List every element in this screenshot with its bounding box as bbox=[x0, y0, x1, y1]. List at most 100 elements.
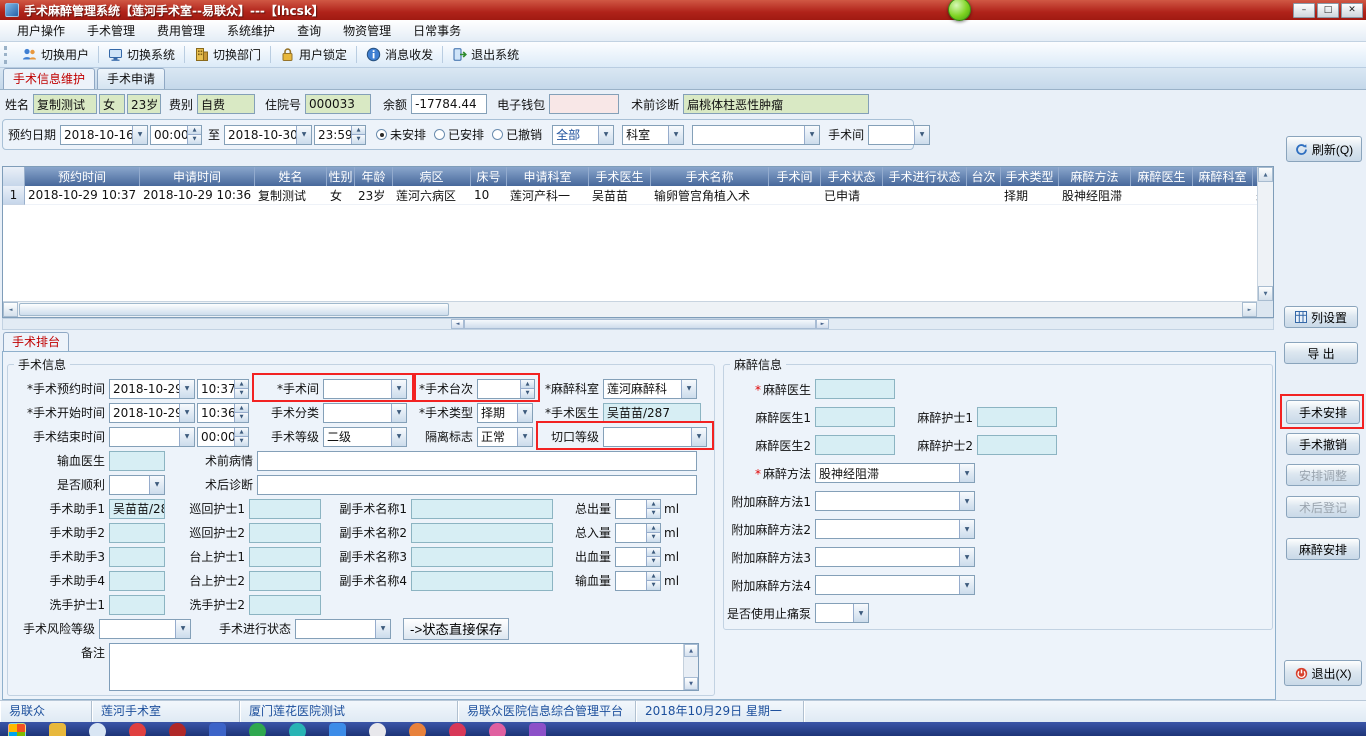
chevron-down-icon[interactable]: ▼ bbox=[853, 604, 868, 622]
toolbar-switch-user[interactable]: 切换用户 bbox=[15, 44, 96, 66]
filter-from-time-spinner[interactable]: 00:00 ▲ ▼ bbox=[150, 124, 203, 145]
surgeon-field[interactable]: 吴苗苗/287 bbox=[603, 402, 701, 423]
taskbar-app-icon[interactable] bbox=[289, 723, 306, 736]
scrub-nurse1-field[interactable] bbox=[109, 594, 165, 615]
toolbar-switch-system[interactable]: 切换系统 bbox=[101, 44, 182, 66]
chevron-down-icon[interactable]: ▼ bbox=[132, 125, 148, 144]
chevron-down-icon[interactable]: ▼ bbox=[598, 125, 614, 144]
scroll-up-icon[interactable]: ▲ bbox=[1258, 167, 1273, 182]
scroll-down-icon[interactable]: ▼ bbox=[1258, 286, 1273, 301]
total-output-spinner[interactable]: ▲ ▼ bbox=[615, 498, 661, 519]
column-header[interactable]: 申请时间 bbox=[140, 167, 255, 186]
column-header[interactable]: 申请科室 bbox=[507, 167, 589, 186]
surgery-end-time-spinner[interactable]: 00:00 ▲ ▼ bbox=[197, 426, 249, 447]
menu-surgery-mgmt[interactable]: 手术管理 bbox=[76, 20, 146, 42]
tab-surgery-apply[interactable]: 手术申请 bbox=[97, 68, 166, 89]
filter-to-date-select[interactable]: 2018-10-30 ▼ bbox=[224, 124, 313, 145]
chevron-down-icon[interactable]: ▼ bbox=[179, 403, 194, 422]
chevron-down-icon[interactable]: ▼ bbox=[691, 427, 706, 446]
sub-surgery1-field[interactable] bbox=[411, 498, 553, 519]
column-header[interactable]: 手术间 bbox=[769, 167, 821, 186]
chevron-down-icon[interactable]: ▼ bbox=[391, 427, 406, 446]
surgery-arrange-button[interactable]: 手术安排 bbox=[1286, 400, 1360, 424]
spin-up-icon[interactable]: ▲ bbox=[646, 571, 660, 580]
postop-diagnosis-field[interactable] bbox=[257, 474, 697, 495]
anesthesia-arrange-button[interactable]: 麻醉安排 bbox=[1286, 538, 1360, 560]
column-header[interactable]: 手术名称 bbox=[651, 167, 769, 186]
sub-surgery3-field[interactable] bbox=[411, 546, 553, 567]
chevron-down-icon[interactable]: ▼ bbox=[296, 125, 312, 144]
menu-user-ops[interactable]: 用户操作 bbox=[6, 20, 76, 42]
isolation-flag-select[interactable]: 正常 ▼ bbox=[477, 426, 533, 447]
scroll-left-icon[interactable]: ◄ bbox=[451, 319, 464, 329]
column-header[interactable]: 手术类型 bbox=[1001, 167, 1059, 186]
chevron-down-icon[interactable]: ▼ bbox=[179, 427, 194, 446]
scroll-up-icon[interactable]: ▲ bbox=[684, 644, 698, 657]
menu-system-maint[interactable]: 系统维护 bbox=[216, 20, 286, 42]
chevron-down-icon[interactable]: ▼ bbox=[804, 125, 820, 144]
radio-arranged[interactable]: 已安排 bbox=[434, 126, 484, 143]
chevron-down-icon[interactable]: ▼ bbox=[375, 619, 390, 638]
textarea-scrollbar[interactable]: ▲ ▼ bbox=[683, 644, 698, 690]
taskbar-app-icon[interactable] bbox=[169, 723, 186, 736]
spin-down-icon[interactable]: ▼ bbox=[520, 388, 534, 398]
blood-doctor-field[interactable] bbox=[109, 450, 165, 471]
taskbar-app-icon[interactable] bbox=[329, 723, 346, 736]
taskbar-app-icon[interactable] bbox=[49, 723, 66, 736]
spin-down-icon[interactable]: ▼ bbox=[351, 134, 366, 144]
scroll-right-icon[interactable]: ► bbox=[816, 319, 829, 329]
menu-daily-affairs[interactable]: 日常事务 bbox=[402, 20, 472, 42]
tab-surgery-info-maintain[interactable]: 手术信息维护 bbox=[3, 68, 96, 89]
toolbar-exit-system[interactable]: 退出系统 bbox=[445, 44, 526, 66]
tab-surgery-scheduling[interactable]: 手术排台 bbox=[3, 332, 70, 352]
column-header[interactable]: 麻醉方法 bbox=[1059, 167, 1131, 186]
is-smooth-select[interactable]: ▼ bbox=[109, 474, 165, 495]
filter-scope-select[interactable]: 全部 ▼ bbox=[552, 124, 615, 145]
extra-anesthesia-method4-select[interactable]: ▼ bbox=[815, 575, 975, 595]
spin-down-icon[interactable]: ▼ bbox=[646, 508, 660, 518]
radio-unarranged[interactable]: 未安排 bbox=[376, 126, 426, 143]
sub-surgery4-field[interactable] bbox=[411, 570, 553, 591]
spin-down-icon[interactable]: ▼ bbox=[646, 580, 660, 590]
chevron-down-icon[interactable]: ▼ bbox=[959, 548, 974, 566]
exit-button[interactable]: 退出(X) bbox=[1284, 660, 1362, 686]
tour-nurse1-field[interactable] bbox=[249, 498, 321, 519]
column-settings-button[interactable]: 列设置 bbox=[1284, 306, 1358, 328]
menu-query[interactable]: 查询 bbox=[286, 20, 332, 42]
table-horizontal-scrollbar[interactable]: ◄ ► bbox=[3, 301, 1257, 317]
spin-down-icon[interactable]: ▼ bbox=[234, 412, 248, 422]
filter-from-date-select[interactable]: 2018-10-16 ▼ bbox=[60, 124, 149, 145]
total-input-spinner[interactable]: ▲ ▼ bbox=[615, 522, 661, 543]
preop-condition-field[interactable] bbox=[257, 450, 697, 471]
maximize-button[interactable]: □ bbox=[1317, 2, 1339, 18]
extra-anesthesia-method2-select[interactable]: ▼ bbox=[815, 519, 975, 539]
taskbar-app-icon[interactable] bbox=[129, 723, 146, 736]
scroll-left-icon[interactable]: ◄ bbox=[3, 302, 18, 317]
toolbar-switch-department[interactable]: 切换部门 bbox=[187, 44, 268, 66]
surgery-grade-select[interactable]: 二级 ▼ bbox=[323, 426, 407, 447]
panel-hscrollbar[interactable]: ◄ ► bbox=[2, 318, 1274, 330]
table-vertical-scrollbar[interactable]: ▲ ▼ bbox=[1257, 167, 1273, 301]
surgery-table-no-spinner[interactable]: ▲ ▼ bbox=[477, 378, 535, 399]
taskbar-app-icon[interactable] bbox=[369, 723, 386, 736]
incision-grade-select[interactable]: ▼ bbox=[603, 426, 707, 447]
surgery-start-time-spinner[interactable]: 10:36 ▲ ▼ bbox=[197, 402, 249, 423]
surgery-class-select[interactable]: ▼ bbox=[323, 402, 407, 423]
table-row[interactable]: 1 2018-10-29 10:37 2018-10-29 10:36 复制测试… bbox=[3, 186, 1259, 205]
chevron-down-icon[interactable]: ▼ bbox=[179, 379, 194, 398]
tour-nurse2-field[interactable] bbox=[249, 522, 321, 543]
stage-nurse2-field[interactable] bbox=[249, 570, 321, 591]
assistant2-field[interactable] bbox=[109, 522, 165, 543]
column-header[interactable]: 手术医生 bbox=[589, 167, 651, 186]
filter-dept-select[interactable]: 科室 ▼ bbox=[622, 124, 685, 145]
column-header[interactable]: 手术状态 bbox=[821, 167, 883, 186]
assistant3-field[interactable] bbox=[109, 546, 165, 567]
toolbar-messages[interactable]: 消息收发 bbox=[359, 44, 440, 66]
column-header[interactable]: 麻醉科室 bbox=[1193, 167, 1253, 186]
chevron-down-icon[interactable]: ▼ bbox=[517, 403, 532, 422]
spin-up-icon[interactable]: ▲ bbox=[646, 499, 660, 508]
extra-anesthesia-method1-select[interactable]: ▼ bbox=[815, 491, 975, 511]
surgery-reserve-date-select[interactable]: 2018-10-29 ▼ bbox=[109, 378, 195, 399]
taskbar-app-icon[interactable] bbox=[89, 723, 106, 736]
menu-material-mgmt[interactable]: 物资管理 bbox=[332, 20, 402, 42]
